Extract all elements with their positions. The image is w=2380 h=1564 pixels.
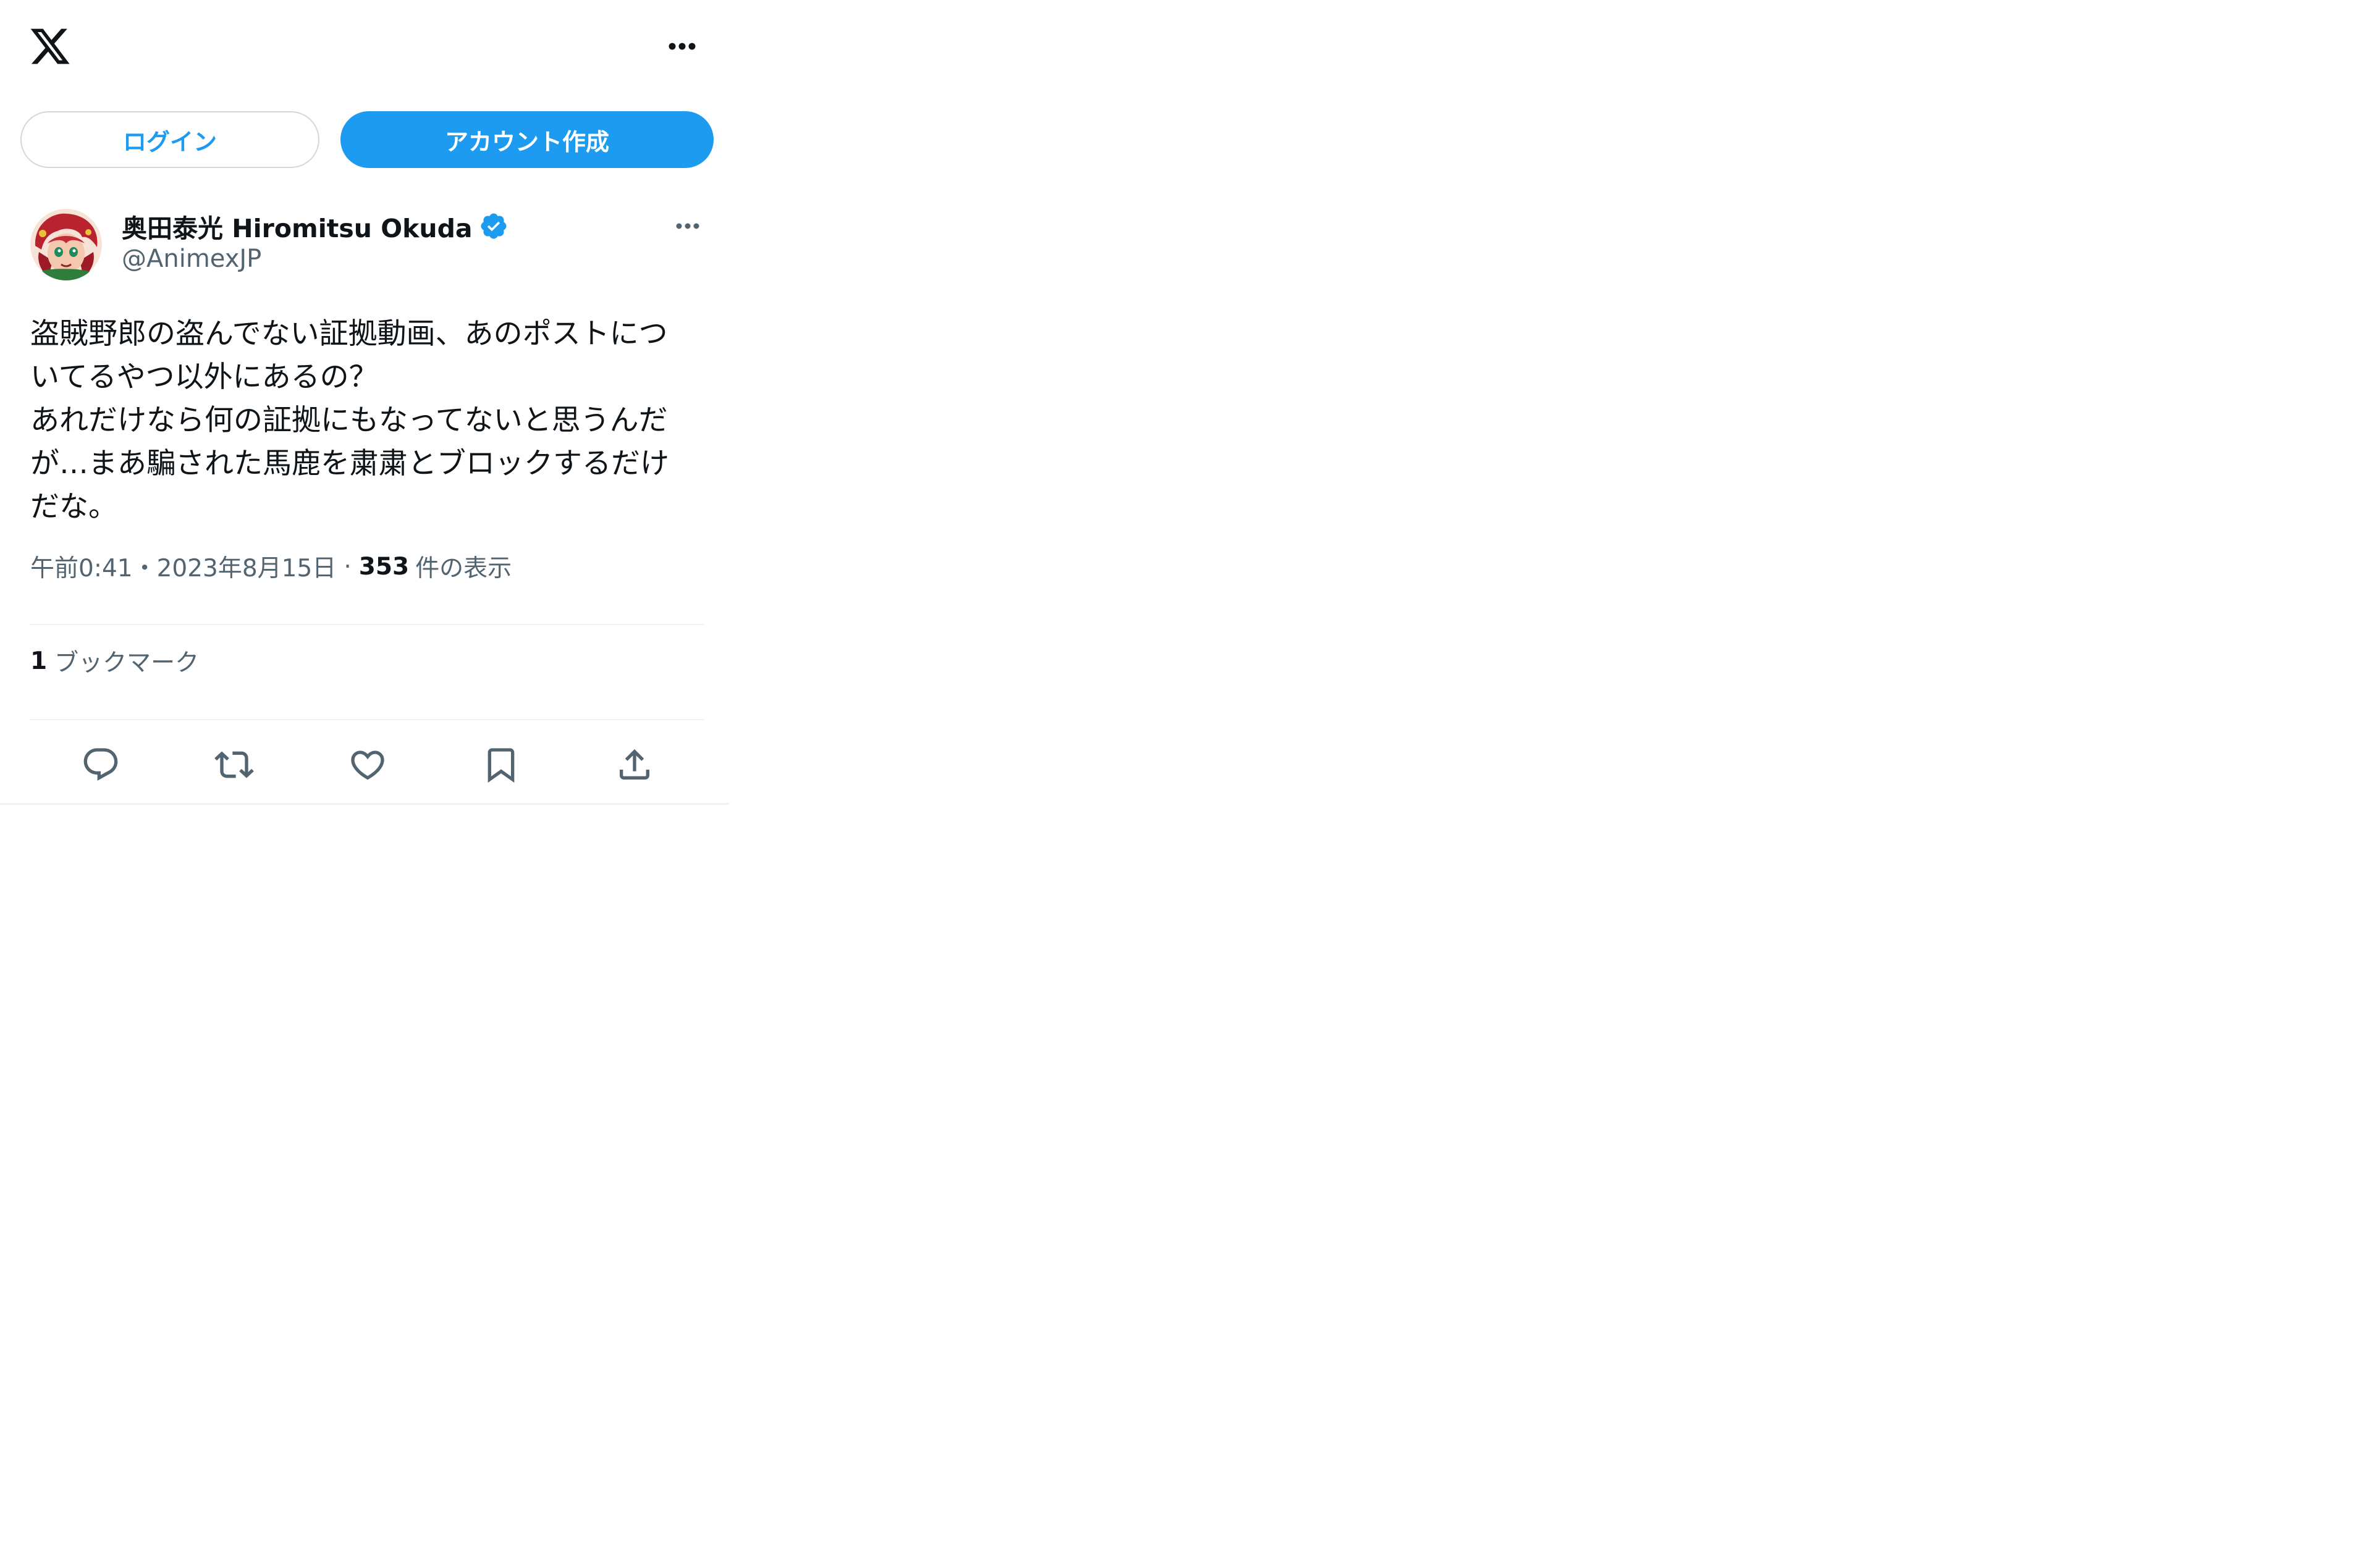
bookmark-icon[interactable]	[481, 745, 521, 784]
avatar[interactable]	[30, 209, 102, 280]
divider	[30, 719, 704, 720]
tweet-text: 盗賊野郎の盗んでない証拠動画、あのポストにつ いてるやつ以外にあるの？ あれだけ…	[30, 317, 669, 524]
tweet-date[interactable]: 2023年8月15日	[157, 549, 337, 584]
author-name[interactable]: 奥田泰光 Hiromitsu Okuda	[122, 208, 473, 245]
divider	[30, 624, 704, 625]
views-label: 件の表示	[415, 555, 512, 582]
x-logo-icon[interactable]	[28, 25, 72, 68]
verified-badge-icon	[479, 211, 508, 241]
bookmarks-count: 1	[30, 647, 48, 675]
bottom-border	[0, 803, 729, 805]
bookmark-stats[interactable]: 1 ブックマーク	[30, 642, 199, 679]
page: ログイン アカウント作成 奥田泰光 Hiromitsu Okuda @Anime…	[0, 0, 2380, 1564]
more-horizontal-icon[interactable]	[657, 31, 707, 62]
top-bar	[0, 0, 729, 93]
retweet-icon[interactable]	[214, 745, 254, 784]
author-name-row: 奥田泰光 Hiromitsu Okuda	[122, 208, 508, 245]
tweet-time[interactable]: 午前0:41	[30, 549, 133, 584]
tweet-more-icon[interactable]	[669, 214, 706, 238]
login-button[interactable]: ログイン	[20, 111, 319, 168]
tweet-column: ログイン アカウント作成 奥田泰光 Hiromitsu Okuda @Anime…	[0, 0, 729, 805]
heart-icon[interactable]	[348, 745, 387, 784]
tweet-actions	[30, 735, 704, 797]
share-icon[interactable]	[615, 745, 654, 784]
meta-separator: ·	[344, 552, 352, 581]
meta-dot: ・	[132, 555, 157, 582]
views-count: 353	[358, 552, 410, 581]
auth-buttons: ログイン アカウント作成	[20, 111, 714, 169]
reply-icon[interactable]	[81, 745, 120, 784]
bookmarks-label: ブックマーク	[54, 649, 200, 677]
author-handle[interactable]: @AnimexJP	[122, 245, 261, 273]
create-account-button[interactable]: アカウント作成	[340, 111, 714, 168]
tweet-meta: 午前0:41 ・ 2023年8月15日 · 353 件の表示	[30, 550, 512, 583]
